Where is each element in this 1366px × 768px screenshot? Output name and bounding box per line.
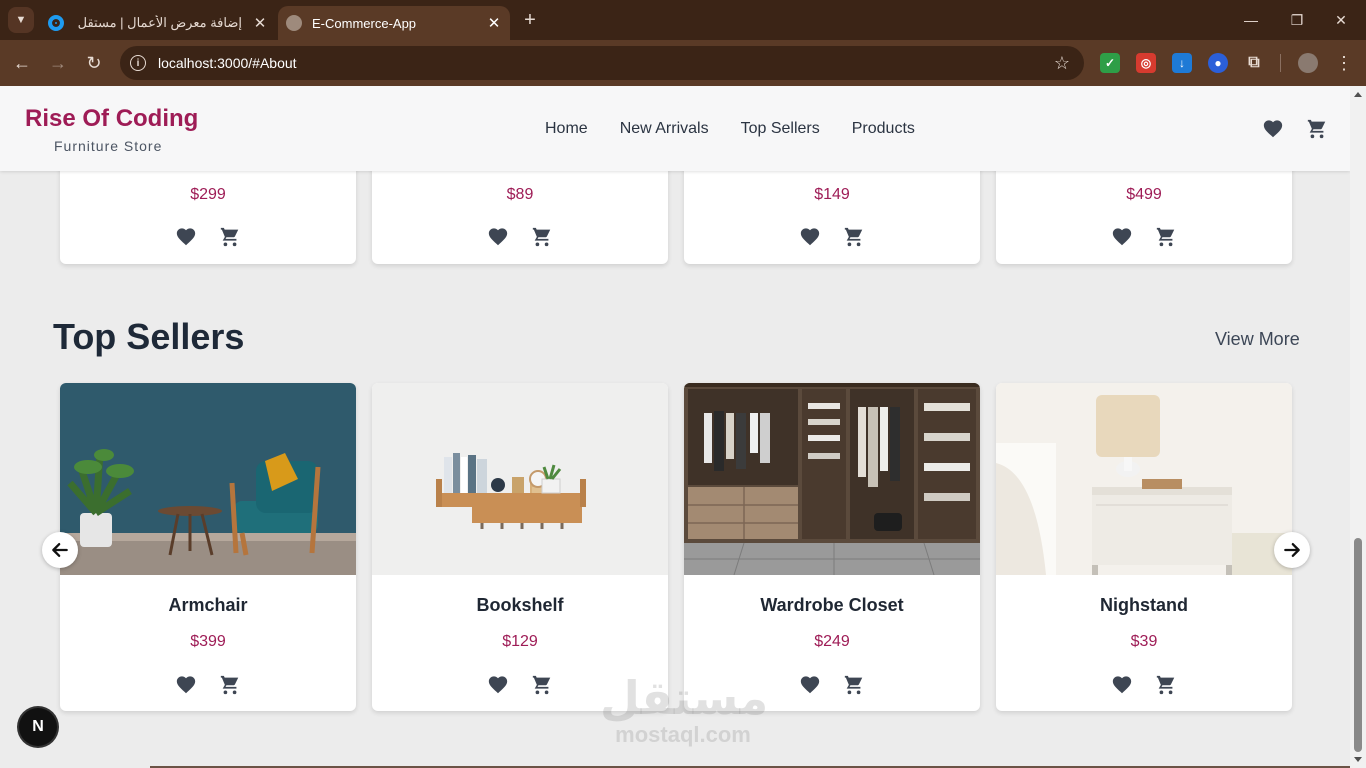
nav-top-sellers[interactable]: Top Sellers xyxy=(741,120,820,138)
product-image-bookshelf[interactable] xyxy=(372,383,668,575)
cart-icon[interactable] xyxy=(1155,674,1177,696)
heart-icon[interactable] xyxy=(487,226,509,248)
carousel-prev-button[interactable] xyxy=(42,532,78,568)
watermark-arabic: مستقل xyxy=(600,671,769,725)
wishlist-heart-icon[interactable] xyxy=(1262,118,1284,140)
toolbar-separator xyxy=(1280,54,1281,72)
heart-icon[interactable] xyxy=(487,674,509,696)
mostaql-watermark: مستقل mostaql.com xyxy=(600,671,769,748)
browser-tab-mostaql[interactable]: إضافة معرض الأعمال | مستقل ✕ xyxy=(40,6,276,40)
browser-toolbar: ← → ↻ i localhost:3000/#About ☆ ✓ ◎ ↓ ● … xyxy=(0,40,1366,86)
minimize-button[interactable]: — xyxy=(1228,6,1274,34)
product-price: $299 xyxy=(190,186,226,203)
new-tab-button[interactable]: + xyxy=(518,8,542,32)
arrow-right-icon xyxy=(1284,543,1300,557)
product-image-nighstand[interactable] xyxy=(996,383,1292,575)
bookmark-star-icon[interactable]: ☆ xyxy=(1054,53,1070,74)
carousel-next-button[interactable] xyxy=(1274,532,1310,568)
brand-subtitle: Furniture Store xyxy=(54,138,163,154)
blue-extension-icon[interactable]: ● xyxy=(1208,53,1228,73)
cart-icon[interactable] xyxy=(1155,226,1177,248)
restore-button[interactable]: ❐ xyxy=(1274,6,1320,34)
cart-icon[interactable] xyxy=(1306,118,1328,140)
cart-icon[interactable] xyxy=(843,674,865,696)
cart-icon[interactable] xyxy=(531,226,553,248)
site-header: Rise Of Coding Furniture Store Home New … xyxy=(0,86,1350,171)
product-price: $499 xyxy=(1126,186,1162,203)
product-card[interactable]: $149 xyxy=(684,156,980,264)
close-window-button[interactable]: ✕ xyxy=(1318,6,1364,34)
cart-icon[interactable] xyxy=(531,674,553,696)
product-price: $149 xyxy=(814,186,850,203)
cart-icon[interactable] xyxy=(843,226,865,248)
heart-icon[interactable] xyxy=(1111,674,1133,696)
product-card-nighstand[interactable]: Nighstand $39 xyxy=(996,383,1292,711)
close-tab-icon[interactable]: ✕ xyxy=(250,14,270,32)
url-text[interactable]: localhost:3000/#About xyxy=(158,55,1054,71)
tab-title: E-Commerce-App xyxy=(312,15,417,31)
product-price: $129 xyxy=(502,633,538,650)
globe-favicon-icon xyxy=(286,15,302,31)
scroll-down-arrow-icon[interactable] xyxy=(1354,757,1362,762)
puzzle-extensions-icon[interactable]: ⧉ xyxy=(1244,53,1264,73)
browser-menu-icon[interactable]: ⋮ xyxy=(1330,49,1358,77)
product-card[interactable]: $299 xyxy=(60,156,356,264)
address-bar[interactable]: i localhost:3000/#About ☆ xyxy=(120,46,1084,80)
nav-new-arrivals[interactable]: New Arrivals xyxy=(620,120,709,138)
profile-avatar[interactable] xyxy=(1298,53,1318,73)
product-card-armchair[interactable]: Armchair $399 xyxy=(60,383,356,711)
browser-tab-ecommerce[interactable]: E-Commerce-App ✕ xyxy=(278,6,510,40)
product-price: $89 xyxy=(506,186,534,203)
product-price: $249 xyxy=(814,633,850,650)
nextjs-dev-badge[interactable]: N xyxy=(19,708,57,746)
download-extension-icon[interactable]: ↓ xyxy=(1172,53,1192,73)
mostaql-favicon-icon xyxy=(48,15,64,31)
brand-logo[interactable]: Rise Of Coding xyxy=(25,105,198,133)
product-price: $399 xyxy=(190,633,226,650)
tab-search-button[interactable]: ▼ xyxy=(8,7,34,33)
product-card-bookshelf[interactable]: Bookshelf $129 xyxy=(372,383,668,711)
heart-icon[interactable] xyxy=(175,674,197,696)
close-tab-icon[interactable]: ✕ xyxy=(484,14,504,32)
cart-icon[interactable] xyxy=(219,674,241,696)
nav-products[interactable]: Products xyxy=(852,120,915,138)
arrow-left-icon xyxy=(52,543,68,557)
heart-icon[interactable] xyxy=(799,226,821,248)
product-name: Bookshelf xyxy=(476,595,564,615)
section-title: Top Sellers xyxy=(53,316,245,357)
heart-icon[interactable] xyxy=(175,226,197,248)
product-name: Armchair xyxy=(168,595,248,615)
product-price: $39 xyxy=(1130,633,1158,650)
product-name: Nighstand xyxy=(1100,595,1188,615)
shield-extension-icon[interactable]: ✓ xyxy=(1100,53,1120,73)
product-image-wardrobe-closet[interactable] xyxy=(684,383,980,575)
cart-icon[interactable] xyxy=(219,226,241,248)
product-image-armchair[interactable] xyxy=(60,383,356,575)
product-card[interactable]: $499 xyxy=(996,156,1292,264)
heart-icon[interactable] xyxy=(1111,226,1133,248)
site-info-icon[interactable]: i xyxy=(130,55,146,71)
product-name: Wardrobe Closet xyxy=(760,595,904,615)
view-more-link[interactable]: View More xyxy=(1215,329,1300,350)
back-arrow-icon[interactable]: ← xyxy=(8,49,36,77)
watermark-latin: mostaql.com xyxy=(615,722,751,747)
product-card[interactable]: $89 xyxy=(372,156,668,264)
page-scrollbar[interactable] xyxy=(1350,86,1366,768)
scrollbar-thumb[interactable] xyxy=(1354,538,1362,752)
main-nav: Home New Arrivals Top Sellers Products xyxy=(545,120,947,138)
forward-arrow-icon[interactable]: → xyxy=(44,49,72,77)
scroll-up-arrow-icon[interactable] xyxy=(1354,92,1362,97)
browser-tab-bar: ▼ إضافة معرض الأعمال | مستقل ✕ E-Commerc… xyxy=(0,0,1366,40)
reload-icon[interactable]: ↻ xyxy=(80,49,108,77)
nav-home[interactable]: Home xyxy=(545,120,588,138)
tab-title: إضافة معرض الأعمال | مستقل xyxy=(77,15,242,30)
page-viewport: Rise Of Coding Furniture Store Home New … xyxy=(0,86,1350,768)
product-card-wardrobe-closet[interactable]: Wardrobe Closet $249 xyxy=(684,383,980,711)
red-extension-icon[interactable]: ◎ xyxy=(1136,53,1156,73)
heart-icon[interactable] xyxy=(799,674,821,696)
